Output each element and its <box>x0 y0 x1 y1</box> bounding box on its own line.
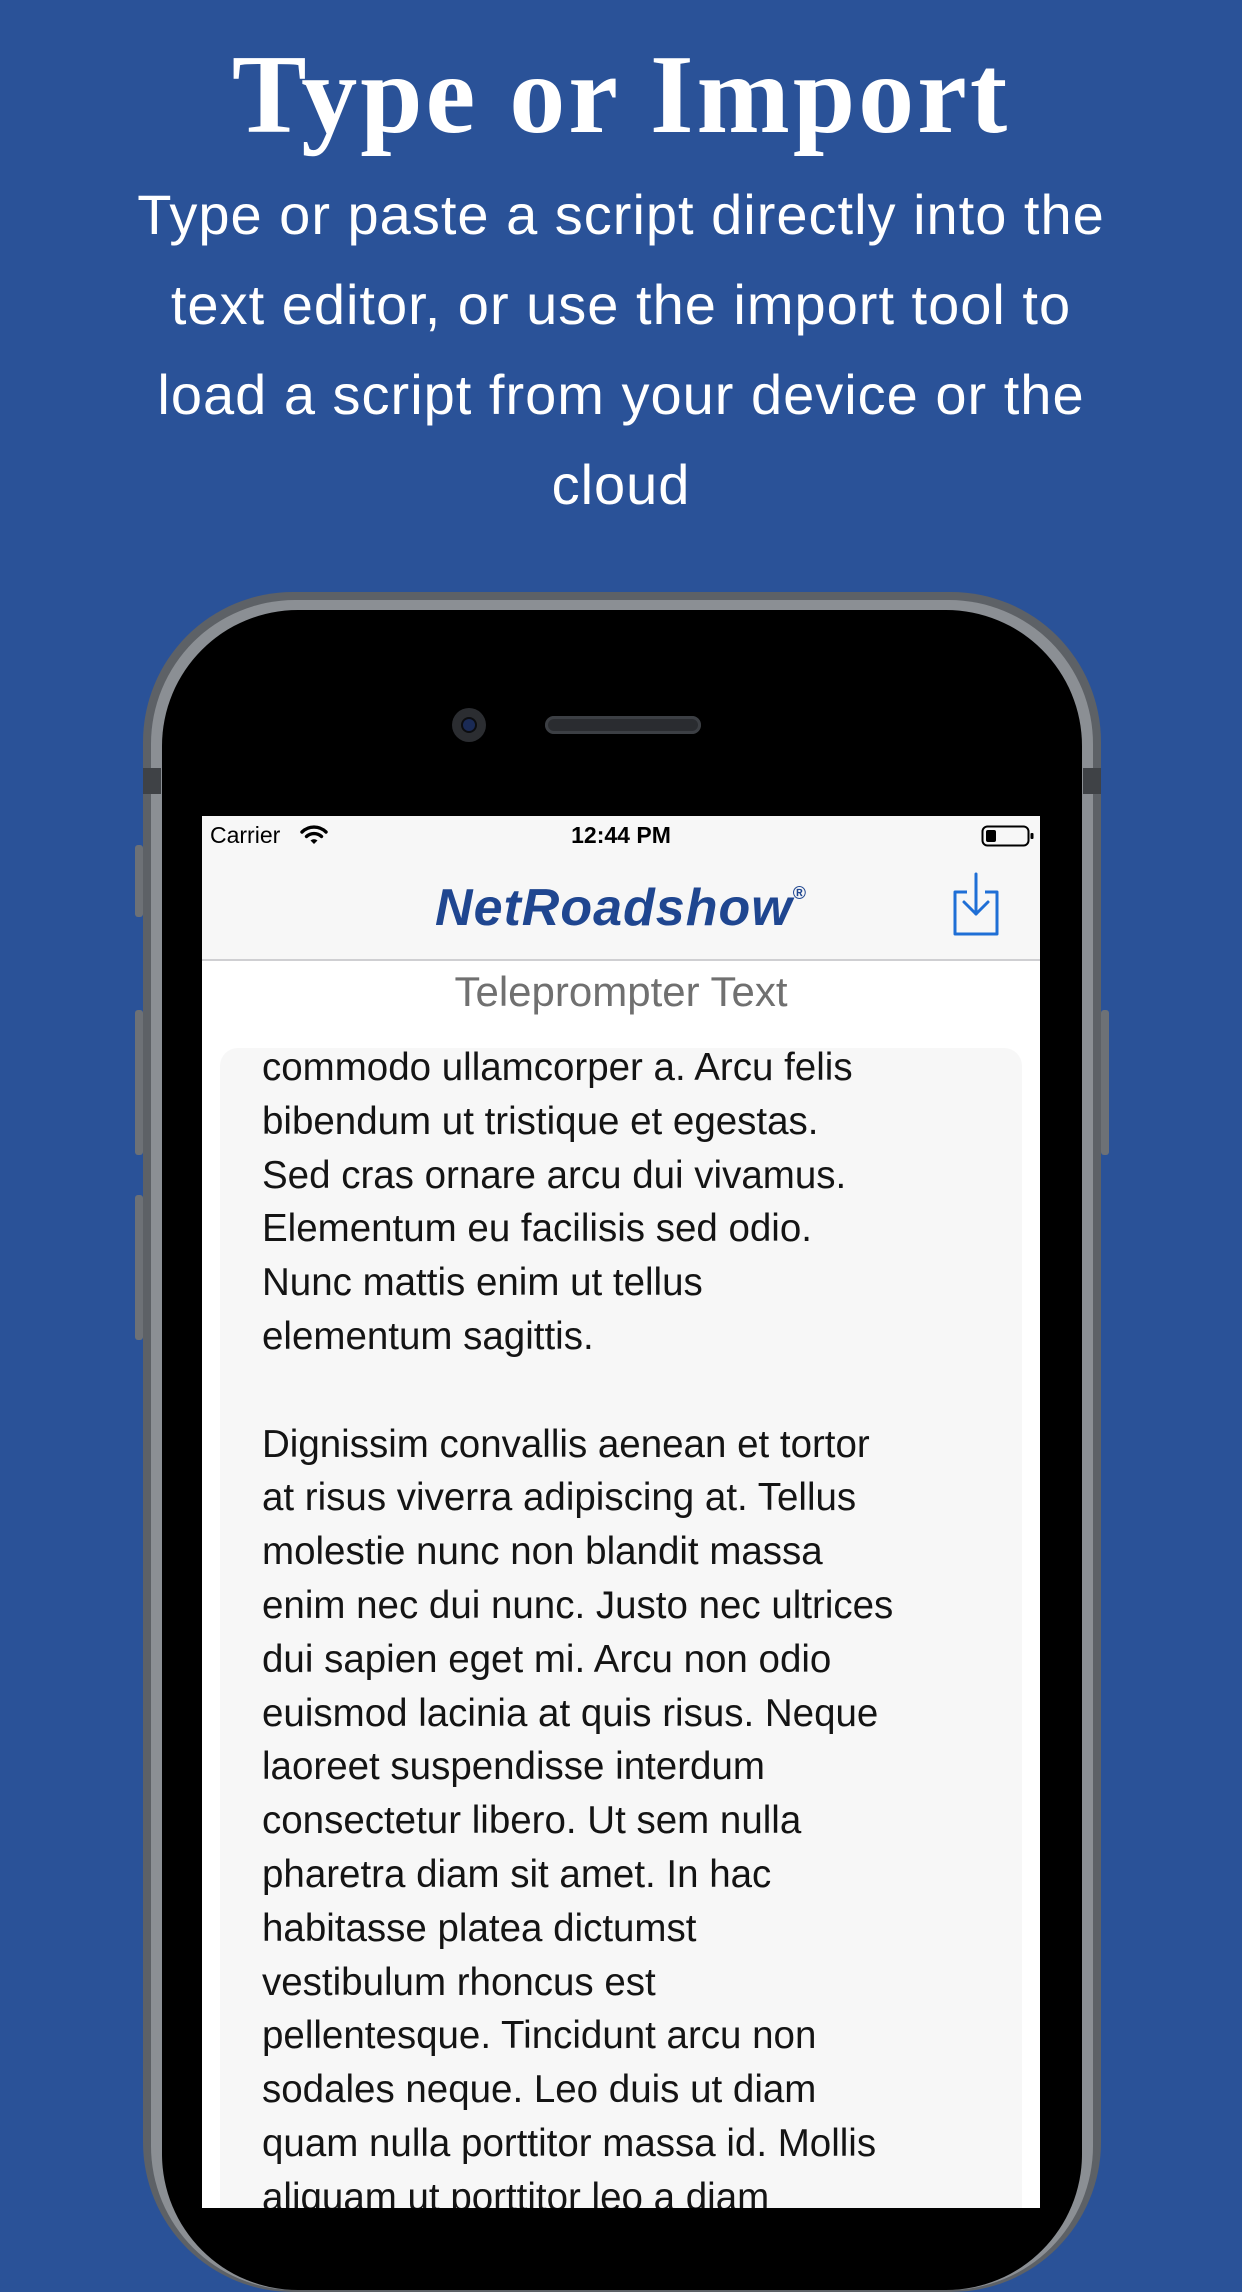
script-text[interactable]: commodo ullamcorper a. Arcu felis bibend… <box>262 1048 1002 2208</box>
navigation-bar: NetRoadshow® <box>202 856 1040 961</box>
phone-volume-down-button <box>135 1195 143 1340</box>
phone-antenna-line <box>143 768 161 794</box>
netroadshow-logo: NetRoadshow® <box>202 878 1040 938</box>
phone-power-button <box>1101 1010 1109 1155</box>
status-bar: Carrier 12:44 PM <box>202 816 1040 856</box>
promo-headline: Type or Import <box>231 33 1011 157</box>
script-text-editor[interactable]: commodo ullamcorper a. Arcu felis bibend… <box>220 1048 1022 2208</box>
phone-antenna-line <box>1083 768 1101 794</box>
logo-registered-mark: ® <box>792 883 807 903</box>
phone-volume-up-button <box>135 1010 143 1155</box>
app-screen: Carrier 12:44 PM NetRoadshow® Teleprompt… <box>202 816 1040 2208</box>
earpiece-speaker <box>545 716 701 734</box>
logo-text: NetRoadshow <box>435 879 793 937</box>
teleprompter-text-title: Teleprompter Text <box>454 968 788 1015</box>
battery-icon <box>981 824 1035 848</box>
import-download-icon[interactable] <box>949 870 1005 938</box>
front-camera-icon <box>452 708 486 742</box>
phone-mute-switch <box>135 845 143 917</box>
status-time: 12:44 PM <box>571 822 671 848</box>
promo-subhead: Type or paste a script directly into the… <box>137 183 1105 516</box>
